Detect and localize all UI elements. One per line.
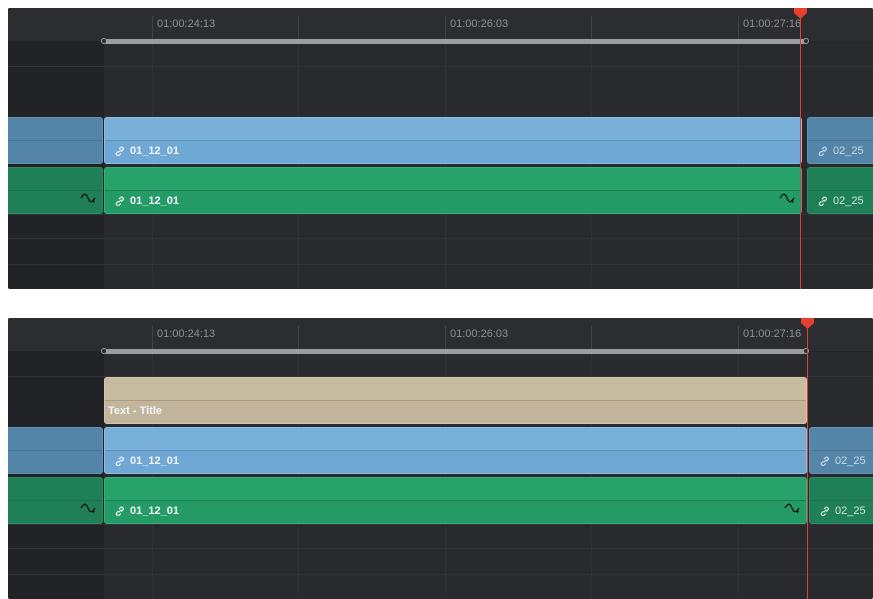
video-clip-next[interactable]: 02_25	[809, 427, 873, 474]
scrollbar-end-handle[interactable]	[803, 348, 809, 354]
audio-fade-icon[interactable]	[80, 501, 96, 519]
clip-divider	[105, 400, 806, 401]
clip-divider	[808, 140, 873, 141]
link-icon	[115, 146, 125, 156]
link-icon	[115, 456, 125, 466]
track-divider	[8, 264, 873, 265]
video-clip-previous[interactable]	[8, 117, 103, 164]
ruler-tick	[152, 326, 153, 351]
video-clip-next-name: 02_25	[835, 455, 866, 467]
clip-thumbnail-band	[105, 378, 806, 400]
playhead-line[interactable]	[800, 8, 801, 289]
clip-divider	[8, 450, 102, 451]
title-clip[interactable]: Text - Title	[104, 377, 807, 424]
scrollbar-end-handle[interactable]	[803, 38, 809, 44]
ruler-tick	[445, 326, 446, 351]
audio-fade-icon[interactable]	[779, 191, 795, 209]
link-icon	[820, 506, 830, 516]
clip-divider	[8, 140, 102, 141]
timeline-zoom-scrollbar[interactable]	[104, 39, 806, 44]
track-divider	[8, 214, 873, 215]
timecode-ruler[interactable]: 01:00:24:13 01:00:26:03 01:00:27:16	[8, 8, 873, 42]
track-divider	[8, 524, 873, 525]
clip-divider	[105, 190, 801, 191]
playhead-marker-icon[interactable]	[801, 318, 814, 329]
title-clip-name: Text - Title	[108, 405, 162, 417]
ruler-tick	[738, 326, 739, 351]
audio-fade-icon[interactable]	[80, 191, 96, 209]
audio-clip-next-label: 02_25	[818, 195, 864, 207]
clip-waveform-band	[105, 478, 806, 500]
track-divider	[8, 66, 873, 67]
link-icon	[820, 456, 830, 466]
ruler-tick	[152, 16, 153, 41]
audio-clip-label: 01_12_01	[115, 505, 179, 517]
playhead-marker-icon[interactable]	[794, 8, 807, 19]
scrollbar-start-handle[interactable]	[101, 38, 107, 44]
ruler-tick	[445, 16, 446, 41]
ruler-tick	[591, 16, 592, 41]
ruler-tick	[298, 16, 299, 41]
timecode-ruler[interactable]: 01:00:24:13 01:00:26:03 01:00:27:16	[8, 318, 873, 352]
video-clip-next-label: 02_25	[818, 145, 864, 157]
clip-divider	[105, 140, 801, 141]
ruler-tick	[298, 326, 299, 351]
audio-fade-icon[interactable]	[784, 501, 800, 519]
playhead-line[interactable]	[807, 318, 808, 599]
clip-waveform-band	[105, 168, 801, 190]
audio-clip-previous[interactable]	[8, 167, 103, 214]
clip-divider	[105, 500, 806, 501]
audio-clip-name: 01_12_01	[130, 505, 179, 517]
timecode-label: 01:00:27:16	[743, 18, 802, 30]
audio-clip-next[interactable]: 02_25	[807, 167, 873, 214]
clip-thumbnail-band	[105, 428, 806, 450]
audio-clip[interactable]: 01_12_01	[104, 167, 802, 214]
audio-clip-next-name: 02_25	[835, 505, 866, 517]
timecode-label: 01:00:27:16	[743, 328, 802, 340]
clip-divider	[810, 450, 873, 451]
ruler-tick	[738, 16, 739, 41]
video-clip-label: 01_12_01	[115, 145, 179, 157]
link-icon	[115, 196, 125, 206]
video-clip-name: 01_12_01	[130, 145, 179, 157]
timecode-label: 01:00:24:13	[157, 328, 216, 340]
track-divider	[8, 238, 873, 239]
audio-clip-next-name: 02_25	[833, 195, 864, 207]
video-clip-label: 01_12_01	[115, 455, 179, 467]
track-divider	[8, 574, 873, 575]
audio-clip-name: 01_12_01	[130, 195, 179, 207]
clip-thumbnail-band	[105, 118, 801, 140]
video-clip-name: 01_12_01	[130, 455, 179, 467]
scrollbar-start-handle[interactable]	[101, 348, 107, 354]
link-icon	[818, 196, 828, 206]
timecode-label: 01:00:26:03	[450, 18, 509, 30]
video-clip[interactable]: 01_12_01	[104, 427, 807, 474]
clip-divider	[105, 450, 806, 451]
audio-clip[interactable]: 01_12_01	[104, 477, 807, 524]
audio-clip-next[interactable]: 02_25	[809, 477, 873, 524]
video-clip-next-name: 02_25	[833, 145, 864, 157]
audio-clip-next-label: 02_25	[820, 505, 866, 517]
clip-divider	[808, 190, 873, 191]
link-icon	[818, 146, 828, 156]
audio-clip-label: 01_12_01	[115, 195, 179, 207]
timeline-panel-after[interactable]: 01:00:24:13 01:00:26:03 01:00:27:16 Text…	[8, 318, 873, 599]
title-clip-label: Text - Title	[108, 405, 162, 417]
video-clip[interactable]: 01_12_01	[104, 117, 802, 164]
timeline-panel-before[interactable]: 01:00:24:13 01:00:26:03 01:00:27:16 01_1…	[8, 8, 873, 289]
timeline-zoom-scrollbar[interactable]	[104, 349, 806, 354]
link-icon	[115, 506, 125, 516]
timecode-label: 01:00:24:13	[157, 18, 216, 30]
clip-divider	[810, 500, 873, 501]
video-clip-next-label: 02_25	[820, 455, 866, 467]
audio-clip-previous[interactable]	[8, 477, 103, 524]
timecode-label: 01:00:26:03	[450, 328, 509, 340]
ruler-tick	[591, 326, 592, 351]
track-divider	[8, 548, 873, 549]
video-clip-previous[interactable]	[8, 427, 103, 474]
video-clip-next[interactable]: 02_25	[807, 117, 873, 164]
